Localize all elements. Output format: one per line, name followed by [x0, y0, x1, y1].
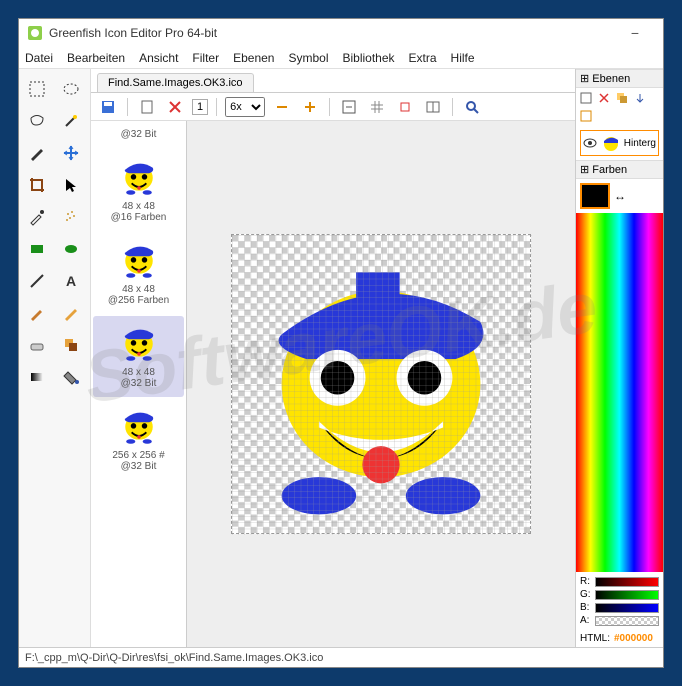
- window-title: Greenfish Icon Editor Pro 64-bit: [49, 26, 217, 40]
- titlebar: Greenfish Icon Editor Pro 64-bit −: [19, 19, 663, 47]
- pencil-icon[interactable]: [57, 299, 85, 327]
- crop-icon[interactable]: [23, 171, 51, 199]
- rect-shape-icon[interactable]: [23, 235, 51, 263]
- fit-icon[interactable]: [338, 96, 360, 118]
- html-label: HTML:: [580, 633, 610, 644]
- center-area: Find.Same.Images.OK3.ico 1 1x2x4x6x8x12x…: [91, 69, 575, 647]
- slider-b[interactable]: [595, 603, 659, 613]
- pencil-select-icon[interactable]: [23, 139, 51, 167]
- page-number[interactable]: 1: [192, 99, 208, 115]
- move-icon[interactable]: [57, 139, 85, 167]
- app-window: Greenfish Icon Editor Pro 64-bit − Datei…: [18, 18, 664, 668]
- svg-text:A: A: [66, 273, 76, 289]
- slider-label-a: A:: [580, 615, 592, 626]
- frame-item[interactable]: 48 x 48@256 Farben: [93, 233, 184, 314]
- grid-icon[interactable]: [366, 96, 388, 118]
- layer-new-icon[interactable]: [578, 90, 594, 106]
- save-icon[interactable]: [97, 96, 119, 118]
- menu-datei[interactable]: Datei: [25, 51, 53, 65]
- ellipse-shape-icon[interactable]: [57, 235, 85, 263]
- magnify-icon[interactable]: [461, 96, 483, 118]
- pixel-canvas[interactable]: [231, 234, 531, 534]
- layer-thumb: [601, 133, 620, 153]
- menubar: Datei Bearbeiten Ansicht Filter Ebenen S…: [19, 47, 663, 69]
- canvas-wrap: [187, 121, 575, 647]
- fill-icon[interactable]: [57, 363, 85, 391]
- menu-ebenen[interactable]: Ebenen: [233, 51, 274, 65]
- layer-toolbar: [576, 88, 663, 126]
- gradient-icon[interactable]: [23, 363, 51, 391]
- document-tabs: Find.Same.Images.OK3.ico: [91, 69, 575, 93]
- layer-name: Hinterg: [624, 138, 656, 149]
- spray-icon[interactable]: [57, 203, 85, 231]
- eyedropper-icon[interactable]: [23, 203, 51, 231]
- delete-icon[interactable]: [164, 96, 186, 118]
- slider-g[interactable]: [595, 590, 659, 600]
- new-page-icon[interactable]: [136, 96, 158, 118]
- zoom-out-icon[interactable]: [271, 96, 293, 118]
- center-icon[interactable]: [394, 96, 416, 118]
- ellipse-select-icon[interactable]: [57, 75, 85, 103]
- document-toolbar: 1 1x2x4x6x8x12x16x: [91, 93, 575, 121]
- color-sliders: R: G: B: A:: [576, 572, 663, 630]
- layers-list: Hinterg: [576, 126, 663, 160]
- line-icon[interactable]: [23, 267, 51, 295]
- menu-symbol[interactable]: Symbol: [288, 51, 328, 65]
- zoom-select[interactable]: 1x2x4x6x8x12x16x: [225, 97, 265, 117]
- frame-item[interactable]: 48 x 48@32 Bit: [93, 316, 184, 397]
- text-icon[interactable]: A: [57, 267, 85, 295]
- menu-hilfe[interactable]: Hilfe: [451, 51, 475, 65]
- minimize-button[interactable]: −: [615, 25, 655, 41]
- wand-icon[interactable]: [57, 107, 85, 135]
- document-tab[interactable]: Find.Same.Images.OK3.ico: [97, 73, 254, 92]
- toolbox: A: [19, 69, 91, 647]
- frame-item[interactable]: @32 Bit: [93, 125, 184, 148]
- statusbar: F:\_cpp_m\Q-Dir\Q-Dir\res\fsi_ok\Find.Sa…: [19, 647, 663, 667]
- slider-a[interactable]: [595, 616, 659, 626]
- zoom-in-icon[interactable]: [299, 96, 321, 118]
- clone-icon[interactable]: [57, 331, 85, 359]
- html-color-value[interactable]: #000000: [614, 633, 653, 644]
- layer-props-icon[interactable]: [578, 108, 594, 124]
- rect-select-icon[interactable]: [23, 75, 51, 103]
- editor-area: @32 Bit48 x 48@16 Farben48 x 48@256 Farb…: [91, 121, 575, 647]
- layer-dup-icon[interactable]: [614, 90, 630, 106]
- slider-label-r: R:: [580, 576, 592, 587]
- menu-ansicht[interactable]: Ansicht: [139, 51, 178, 65]
- pages-icon[interactable]: [422, 96, 444, 118]
- frame-item[interactable]: 48 x 48@16 Farben: [93, 150, 184, 231]
- app-icon: [27, 25, 43, 41]
- brush-icon[interactable]: [23, 299, 51, 327]
- slider-r[interactable]: [595, 577, 659, 587]
- side-panels: ⊞ Ebenen Hinterg ⊞ Farben ↔: [575, 69, 663, 647]
- status-path: F:\_cpp_m\Q-Dir\Q-Dir\res\fsi_ok\Find.Sa…: [25, 652, 323, 664]
- html-color-row: HTML: #000000: [576, 630, 663, 647]
- menu-extra[interactable]: Extra: [409, 51, 437, 65]
- menu-filter[interactable]: Filter: [192, 51, 219, 65]
- foreground-color-swatch[interactable]: [580, 183, 610, 209]
- color-picker[interactable]: [576, 213, 663, 572]
- pointer-icon[interactable]: [57, 171, 85, 199]
- layer-row[interactable]: Hinterg: [580, 130, 659, 156]
- slider-label-g: G:: [580, 589, 592, 600]
- colors-panel-header[interactable]: ⊞ Farben: [576, 160, 663, 179]
- layers-panel-header[interactable]: ⊞ Ebenen: [576, 69, 663, 88]
- layer-merge-icon[interactable]: [632, 90, 648, 106]
- swap-colors-icon[interactable]: ↔: [614, 189, 626, 203]
- frame-item[interactable]: 256 x 256 #@32 Bit: [93, 399, 184, 480]
- menu-bibliothek[interactable]: Bibliothek: [342, 51, 394, 65]
- content: A Find.Same.Images.OK3.ico 1 1x2x4x6x8x1…: [19, 69, 663, 647]
- eraser-icon[interactable]: [23, 331, 51, 359]
- eye-icon[interactable]: [583, 138, 597, 148]
- frame-list[interactable]: @32 Bit48 x 48@16 Farben48 x 48@256 Farb…: [91, 121, 187, 647]
- slider-label-b: B:: [580, 602, 592, 613]
- layer-delete-icon[interactable]: [596, 90, 612, 106]
- menu-bearbeiten[interactable]: Bearbeiten: [67, 51, 125, 65]
- lasso-icon[interactable]: [23, 107, 51, 135]
